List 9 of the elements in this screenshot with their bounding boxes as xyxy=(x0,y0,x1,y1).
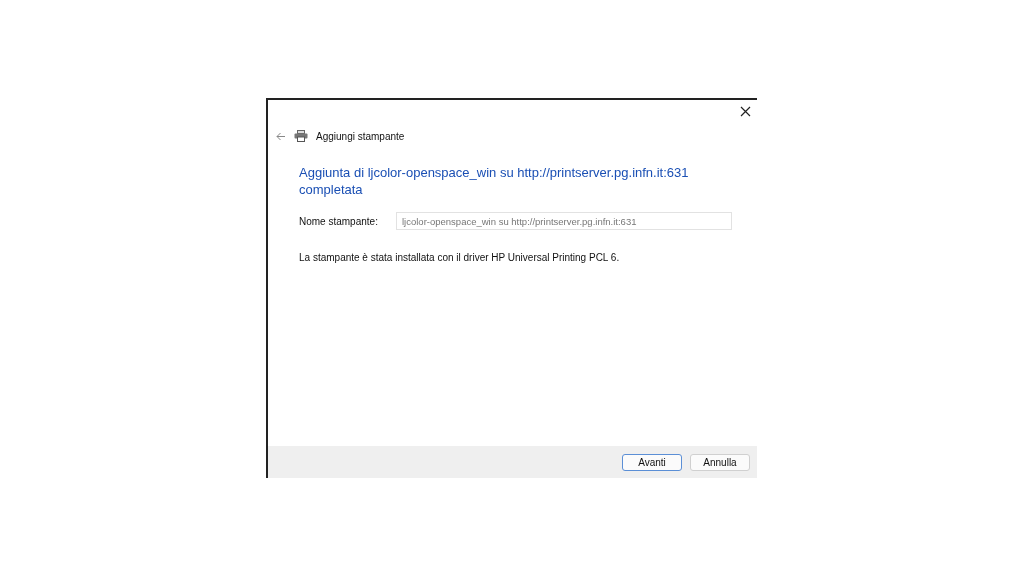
back-arrow-icon[interactable] xyxy=(276,131,286,141)
wizard-title: Aggiungi stampante xyxy=(316,130,405,142)
next-button[interactable]: Avanti xyxy=(622,453,682,471)
driver-message: La stampante è stata installata con il driver HP Universal Printing PCL 6. xyxy=(299,252,621,263)
close-icon[interactable] xyxy=(740,106,751,117)
completion-heading: Aggiunta di ljcolor-openspace_win su http://printserver.pg.infn.it:631 completata xyxy=(299,164,690,198)
cancel-button[interactable]: Annulla xyxy=(690,453,750,471)
field-label: Nome stampante: xyxy=(299,215,379,227)
printer-icon xyxy=(294,130,308,142)
